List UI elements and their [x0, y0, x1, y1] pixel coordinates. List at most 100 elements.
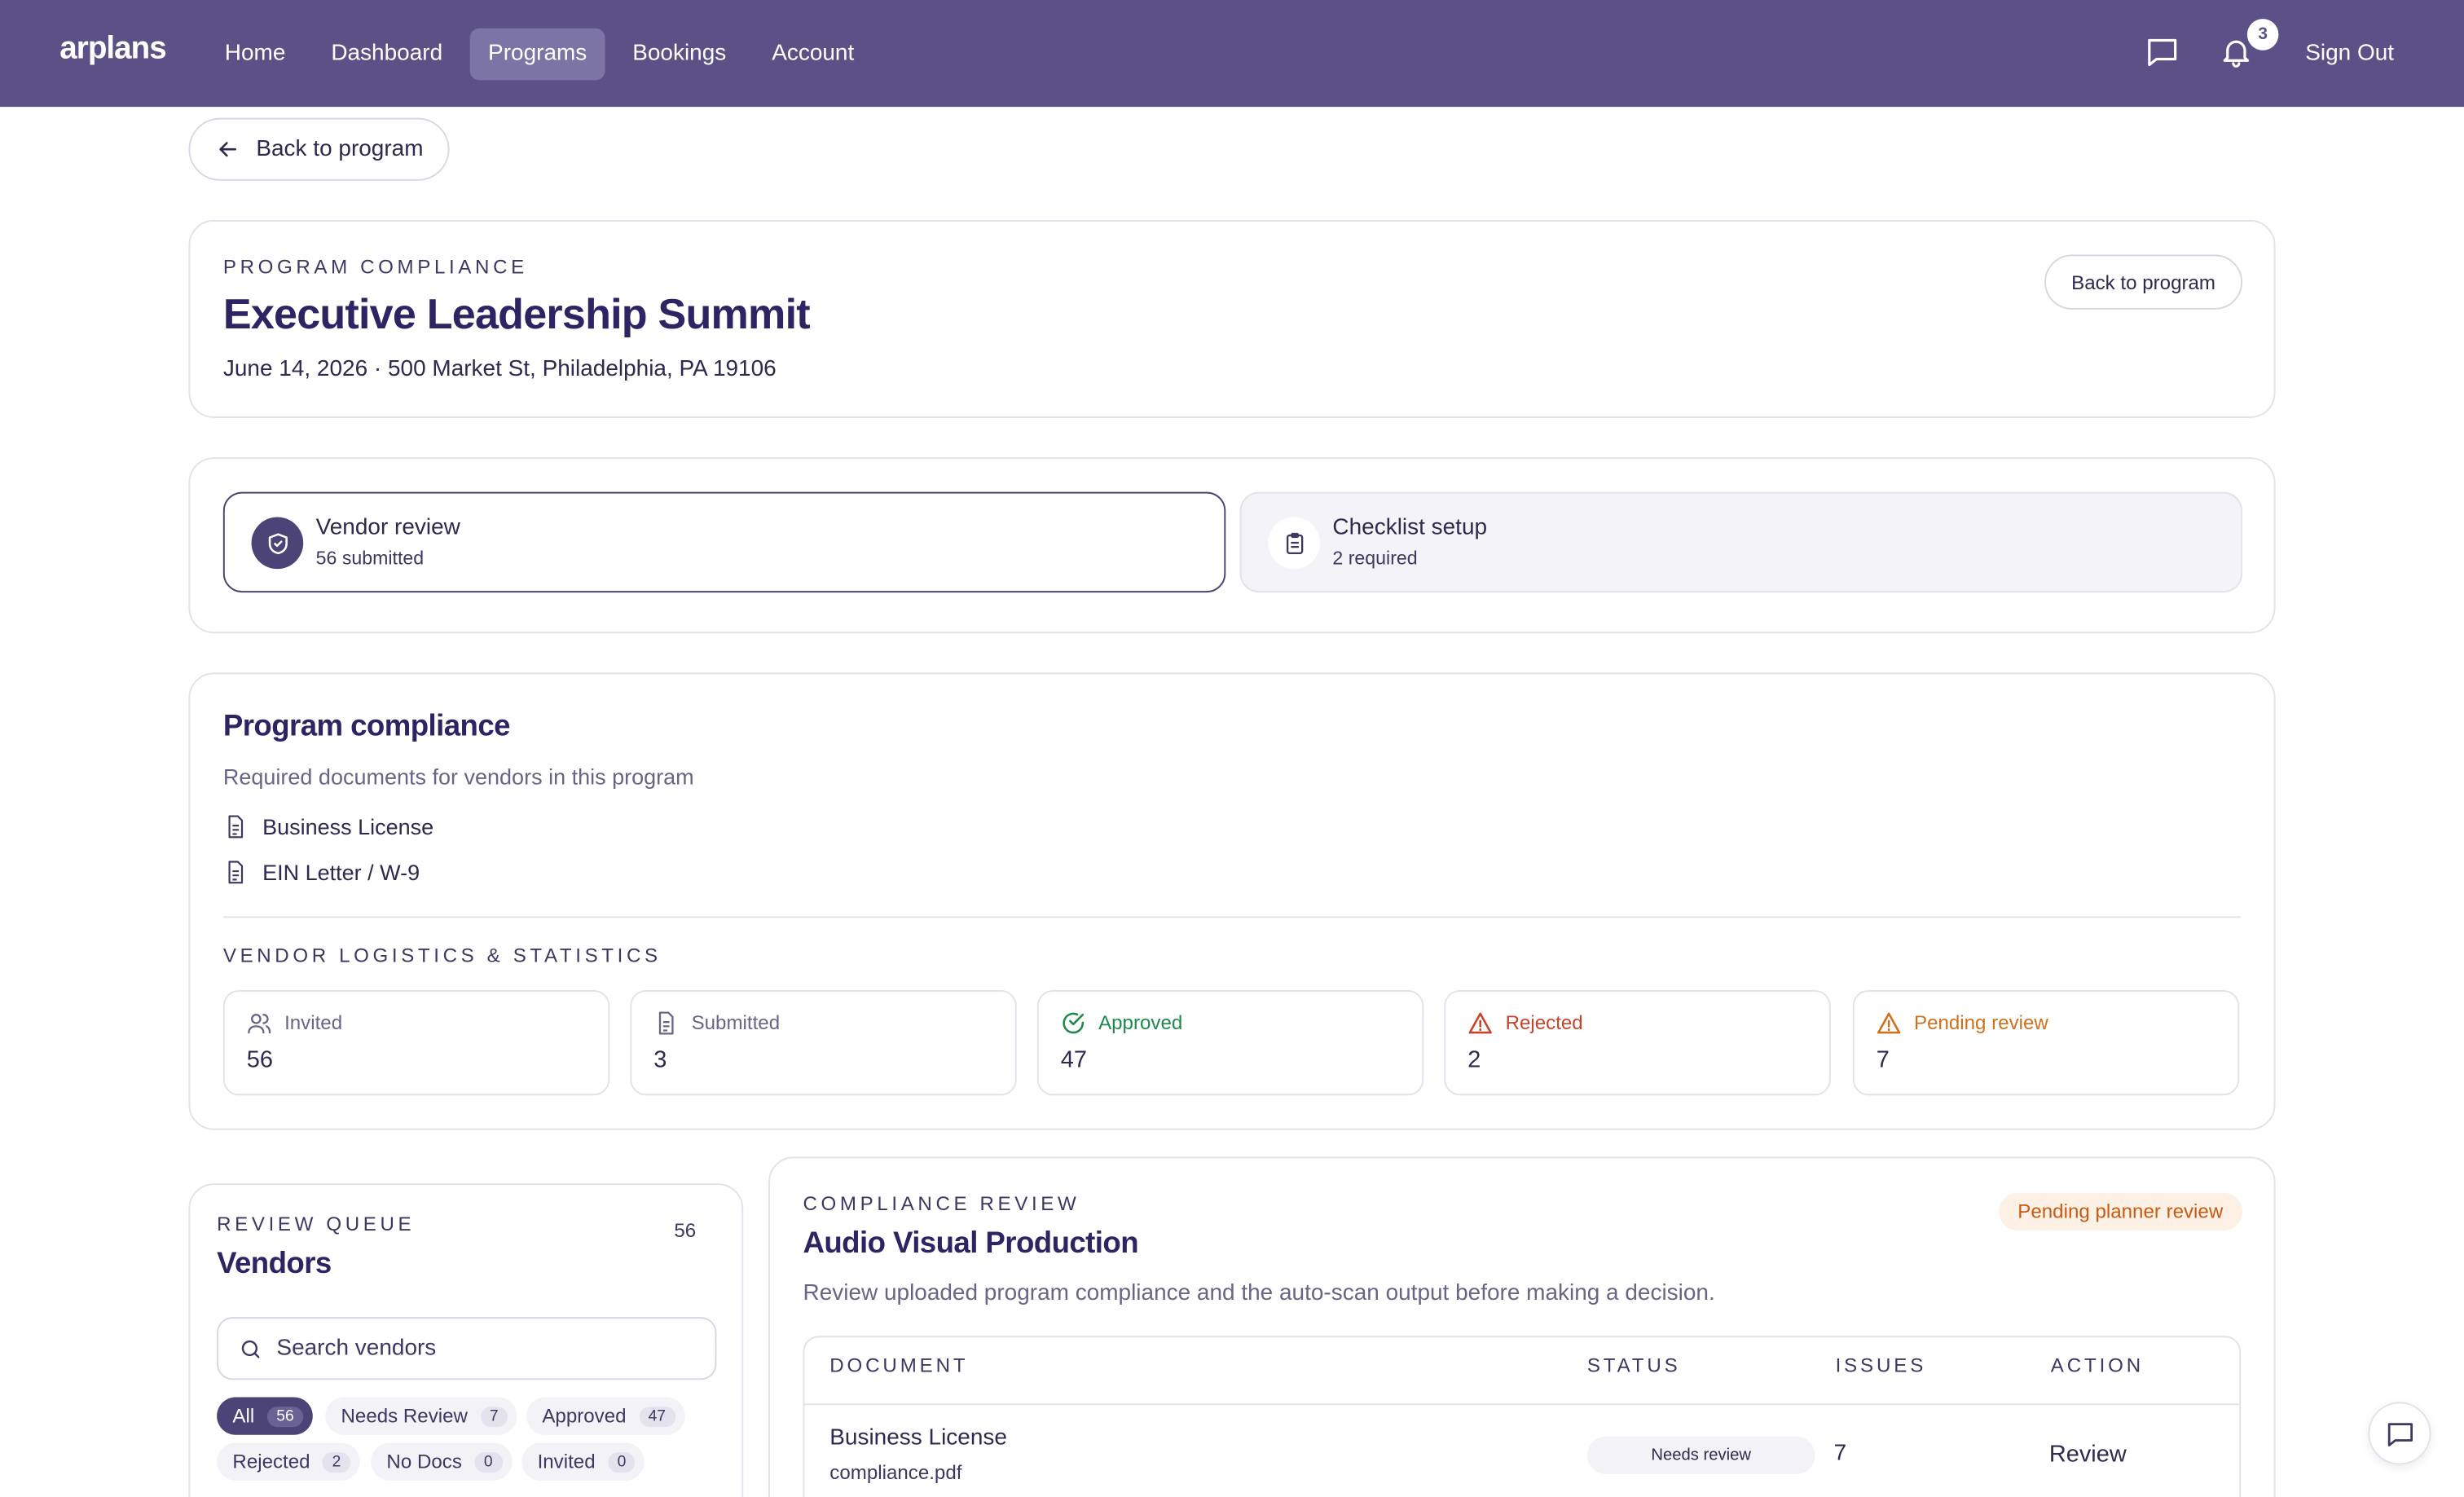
search-vendors-input[interactable]: Search vendors [217, 1317, 717, 1380]
stat-value: 47 [1060, 1046, 1087, 1074]
header-back-to-program-button[interactable]: Back to program [2044, 254, 2243, 310]
queue-title: Vendors [217, 1248, 332, 1281]
search-placeholder: Search vendors [276, 1336, 437, 1362]
sign-out-link[interactable]: Sign Out [2305, 41, 2394, 66]
filter-chip-all[interactable]: All 56 [217, 1397, 313, 1435]
stat-approved: Approved 47 [1036, 989, 1424, 1096]
back-to-program-label: Back to program [256, 136, 424, 162]
step-title: Checklist setup [1332, 515, 1488, 541]
shield-check-icon [267, 532, 287, 554]
program-header-card: PROGRAM COMPLIANCE Executive Leadership … [188, 219, 2276, 418]
chip-count: 0 [474, 1451, 503, 1473]
logo[interactable]: arplans [59, 32, 166, 68]
filter-chip-no-docs[interactable]: No Docs 0 [371, 1442, 512, 1481]
header-eyebrow: PROGRAM COMPLIANCE [222, 256, 528, 279]
floating-chat-button[interactable] [2368, 1402, 2431, 1465]
step-vendor-review[interactable]: Vendor review 56 submitted [222, 491, 1226, 593]
users-icon [248, 1014, 271, 1034]
arrow-left-icon [219, 142, 236, 157]
filter-chip-rejected[interactable]: Rejected 2 [217, 1442, 360, 1481]
review-eyebrow: COMPLIANCE REVIEW [803, 1192, 1080, 1215]
program-subtitle: June 14, 2026 · 500 Market St, Philadelp… [222, 356, 777, 382]
file-icon [658, 1011, 674, 1035]
filter-chip-needs-review[interactable]: Needs Review 7 [325, 1397, 517, 1435]
alert-triangle-icon [1468, 1012, 1492, 1034]
document-name: EIN Letter / W-9 [262, 859, 420, 885]
column-header-issues: ISSUES [1835, 1354, 1927, 1377]
required-document-item: EIN Letter / W-9 [223, 860, 420, 885]
step-title: Vendor review [315, 515, 460, 541]
column-header-action: ACTION [2050, 1354, 2145, 1377]
stat-label: Approved [1098, 1011, 1183, 1034]
stat-pending-review: Pending review 7 [1852, 989, 2240, 1096]
check-circle-icon [1063, 1012, 1085, 1034]
nav-link-programs[interactable]: Programs [469, 28, 606, 81]
step-subtitle: 2 required [1332, 547, 1418, 570]
stat-value: 2 [1467, 1046, 1481, 1074]
row-review-button[interactable]: Review [2049, 1441, 2127, 1468]
stat-label: Pending review [1913, 1011, 2048, 1034]
file-icon [228, 815, 244, 839]
row-status-badge: Needs review [1586, 1436, 1815, 1474]
step-icon-circle [251, 517, 304, 570]
page-title: Executive Leadership Summit [222, 290, 811, 338]
chip-count: 7 [480, 1406, 508, 1427]
chip-count: 2 [323, 1451, 350, 1473]
stat-submitted: Submitted 3 [630, 989, 1017, 1096]
column-header-document: DOCUMENT [829, 1354, 969, 1377]
chip-label: All [232, 1405, 255, 1428]
queue-eyebrow: REVIEW QUEUE [217, 1213, 416, 1235]
stat-label: Invited [284, 1011, 343, 1034]
table-header-divider [804, 1403, 2240, 1406]
chip-count: 47 [638, 1406, 675, 1427]
stat-label: Rejected [1505, 1011, 1583, 1034]
row-issues-count: 7 [1833, 1441, 1847, 1467]
chip-label: Needs Review [341, 1405, 468, 1428]
chip-label: No Docs [386, 1451, 462, 1473]
back-to-program-button[interactable]: Back to program [188, 117, 450, 181]
page: arplans Home Dashboard Programs Bookings… [0, 0, 2464, 1497]
stat-value: 7 [1876, 1046, 1890, 1074]
clipboard-icon [1286, 531, 1303, 554]
status-badge: Pending planner review [1999, 1192, 2242, 1231]
column-header-status: STATUS [1586, 1354, 1681, 1377]
chip-count: 0 [608, 1451, 636, 1473]
nav-links: Home Dashboard Programs Bookings Account [206, 28, 881, 81]
review-title: Audio Visual Production [803, 1227, 1139, 1261]
review-description: Review uploaded program compliance and t… [803, 1280, 1715, 1306]
stat-rejected: Rejected 2 [1444, 989, 1831, 1096]
stat-invited: Invited 56 [222, 989, 610, 1096]
queue-count: 56 [674, 1219, 697, 1242]
document-name: Business License [262, 813, 434, 839]
alert-triangle-icon [1877, 1012, 1901, 1034]
required-document-item: Business License [223, 814, 433, 839]
messages-icon[interactable] [2145, 34, 2179, 68]
step-checklist-setup[interactable]: Checklist setup 2 required [1239, 491, 2243, 593]
row-file-name[interactable]: compliance.pdf [829, 1462, 961, 1484]
file-icon [228, 861, 244, 884]
compliance-title: Program compliance [222, 710, 511, 744]
stats-heading: VENDOR LOGISTICS & STATISTICS [222, 944, 662, 967]
steps-card: Vendor review 56 submitted Checklist set… [188, 457, 2276, 634]
filter-chip-invited[interactable]: Invited 0 [521, 1442, 645, 1481]
chip-label: Rejected [232, 1451, 310, 1473]
stat-value: 56 [246, 1046, 273, 1074]
nav-link-home[interactable]: Home [206, 29, 305, 81]
nav-link-account[interactable]: Account [753, 29, 873, 81]
nav-link-dashboard[interactable]: Dashboard [312, 29, 461, 81]
divider [222, 916, 2242, 918]
step-subtitle: 56 submitted [315, 547, 425, 570]
chip-count: 56 [266, 1406, 304, 1427]
chat-icon [2387, 1422, 2413, 1446]
row-document-name: Business License [829, 1425, 1007, 1451]
documents-table [803, 1336, 2242, 1497]
notification-badge: 3 [2246, 19, 2279, 51]
step-icon-circle [1268, 517, 1320, 570]
search-icon [241, 1339, 260, 1358]
chip-label: Invited [537, 1451, 596, 1473]
nav-link-bookings[interactable]: Bookings [614, 29, 745, 81]
stat-value: 3 [653, 1046, 667, 1074]
top-nav: arplans Home Dashboard Programs Bookings… [0, 0, 2464, 108]
filter-chip-approved[interactable]: Approved 47 [526, 1397, 685, 1435]
compliance-description: Required documents for vendors in this p… [222, 764, 694, 790]
